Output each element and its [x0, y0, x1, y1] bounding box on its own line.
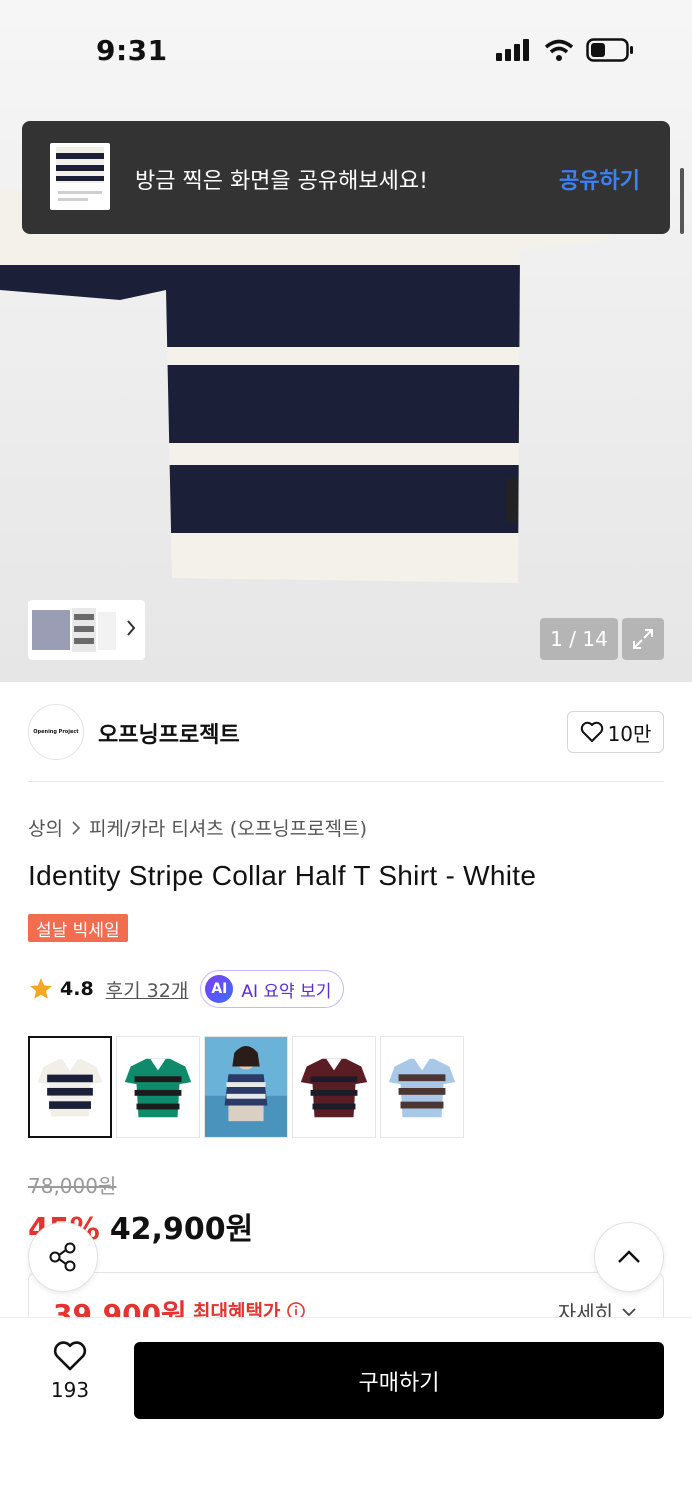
brand-like-button[interactable]: 10만 [567, 711, 664, 753]
product-image-gallery[interactable]: 1 / 14 [0, 0, 692, 682]
brand-name[interactable]: 오프닝프로젝트 [98, 717, 240, 749]
chevron-up-icon [618, 1250, 640, 1263]
cellular-signal-icon [496, 39, 529, 61]
expand-icon [633, 629, 653, 649]
wishlist-button[interactable]: 193 [40, 1340, 100, 1402]
sale-price: 42,900원 [109, 1212, 254, 1247]
variant-model-photo[interactable] [204, 1036, 288, 1138]
ai-summary-label: AI 요약 보기 [241, 981, 332, 1002]
screenshot-thumbnail [50, 143, 110, 210]
share-button[interactable] [28, 1222, 98, 1292]
ai-icon: AI [205, 975, 234, 1003]
brand-like-count: 10만 [607, 721, 652, 746]
thumbnail-strip-button[interactable] [28, 600, 145, 660]
wishlist-count: 193 [50, 1378, 90, 1402]
heart-icon [53, 1341, 87, 1371]
share-icon [49, 1242, 76, 1272]
variant-burgundy[interactable] [292, 1036, 376, 1138]
product-image [0, 190, 610, 583]
rating-value: 4.8 [60, 978, 94, 1000]
variant-sky-brown[interactable] [380, 1036, 464, 1138]
rating-row: 4.8 후기 32개 AI AI 요약 보기 [28, 970, 345, 1008]
image-counter: 1 / 14 [540, 618, 618, 660]
variant-white-navy[interactable] [28, 1036, 112, 1138]
breadcrumb-category[interactable]: 상의 [28, 814, 63, 841]
star-icon [30, 978, 52, 999]
wifi-icon [544, 39, 574, 61]
chevron-right-icon [127, 620, 136, 636]
breadcrumb: 상의 피케/카라 티셔츠 (오프닝프로젝트) [28, 814, 367, 841]
brand-logo[interactable]: Opening Project [28, 704, 84, 760]
thumbnail-preview [32, 608, 116, 652]
share-toast: 방금 찍은 화면을 공유해보세요! 공유하기 [22, 121, 670, 234]
scroll-top-button[interactable] [594, 1222, 664, 1292]
scroll-indicator [680, 168, 684, 234]
product-title: Identity Stripe Collar Half T Shirt - Wh… [28, 860, 537, 891]
battery-icon [586, 38, 633, 62]
color-variants [28, 1036, 464, 1138]
buy-button[interactable]: 구매하기 [134, 1342, 664, 1419]
chevron-right-icon [72, 820, 81, 835]
ai-summary-button[interactable]: AI AI 요약 보기 [200, 970, 345, 1008]
expand-button[interactable] [622, 618, 664, 660]
original-price: 78,000원 [28, 1174, 117, 1198]
variant-green[interactable] [116, 1036, 200, 1138]
divider [28, 781, 664, 782]
sale-badge: 설날 빅세일 [28, 914, 128, 942]
toast-share-button[interactable]: 공유하기 [559, 163, 640, 195]
heart-icon [580, 721, 603, 742]
chevron-down-icon [622, 1307, 636, 1316]
status-bar: 9:31 [0, 0, 692, 100]
breadcrumb-subcategory[interactable]: 피케/카라 티셔츠 (오프닝프로젝트) [89, 814, 367, 841]
review-link[interactable]: 후기 32개 [106, 976, 189, 1003]
status-time: 9:31 [96, 34, 168, 67]
toast-message: 방금 찍은 화면을 공유해보세요! [135, 169, 428, 194]
